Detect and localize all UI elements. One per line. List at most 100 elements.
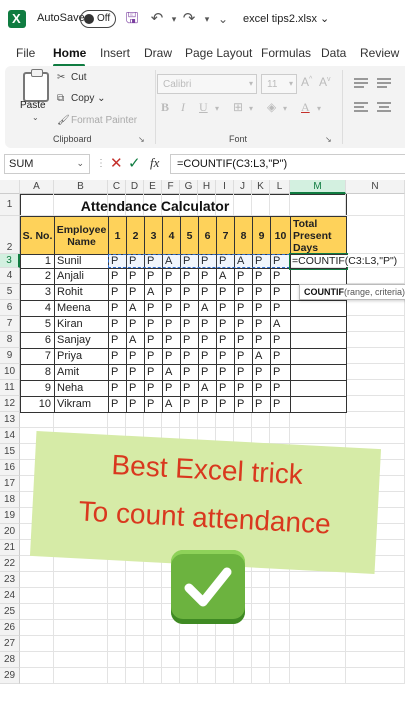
cell[interactable]	[234, 412, 252, 428]
attendance-cell[interactable]: P	[162, 380, 181, 397]
cell[interactable]	[162, 668, 180, 684]
employee-name-cell[interactable]: Sunil	[54, 254, 109, 269]
cell[interactable]	[346, 380, 405, 396]
cell[interactable]	[126, 588, 144, 604]
cell[interactable]	[270, 636, 290, 652]
header-day[interactable]: 5	[180, 216, 199, 255]
cell[interactable]	[290, 620, 346, 636]
attendance-cell[interactable]: P	[180, 300, 199, 317]
cell[interactable]	[108, 652, 126, 668]
row-header[interactable]: 12	[0, 396, 20, 412]
row-header[interactable]: 23	[0, 572, 20, 588]
cell[interactable]	[126, 412, 144, 428]
formula-input[interactable]: =COUNTIF(C3:L3,"P")	[170, 154, 405, 174]
decrease-font-size-icon[interactable]: Av	[319, 75, 331, 89]
total-present-cell[interactable]: =COUNTIF(C3:L3,"P")	[290, 254, 398, 269]
attendance-cell[interactable]: P	[216, 364, 235, 381]
attendance-cell[interactable]: P	[108, 348, 127, 365]
total-present-cell[interactable]	[290, 380, 347, 397]
attendance-cell[interactable]: P	[126, 254, 145, 269]
attendance-cell[interactable]: P	[108, 380, 127, 397]
row-header[interactable]: 28	[0, 652, 20, 668]
cell[interactable]	[270, 428, 290, 444]
attendance-cell[interactable]: P	[162, 316, 181, 333]
employee-name-cell[interactable]: Kiran	[54, 316, 109, 333]
bold-icon[interactable]: B	[161, 100, 169, 115]
row-header[interactable]: 11	[0, 380, 20, 396]
cell[interactable]	[126, 620, 144, 636]
attendance-cell[interactable]: P	[270, 396, 291, 413]
header-day[interactable]: 4	[162, 216, 181, 255]
row-header[interactable]: 5	[0, 284, 20, 300]
header-day[interactable]: 8	[234, 216, 253, 255]
attendance-cell[interactable]: A	[198, 380, 217, 397]
cell[interactable]	[252, 588, 270, 604]
cell[interactable]	[108, 572, 126, 588]
cell[interactable]	[54, 572, 108, 588]
total-present-cell[interactable]	[290, 364, 347, 381]
cell[interactable]	[20, 412, 54, 428]
cell[interactable]	[346, 604, 405, 620]
row-header[interactable]: 4	[0, 268, 20, 284]
row-header[interactable]: 1	[0, 194, 20, 216]
name-box[interactable]: SUM ⌄	[4, 154, 90, 174]
cell[interactable]	[144, 652, 162, 668]
cell[interactable]	[270, 604, 290, 620]
attendance-cell[interactable]: A	[162, 254, 181, 269]
row-header[interactable]: 17	[0, 476, 20, 492]
cell[interactable]	[126, 636, 144, 652]
cell[interactable]	[198, 636, 216, 652]
row-header[interactable]: 9	[0, 348, 20, 364]
attendance-cell[interactable]: P	[162, 348, 181, 365]
increase-font-size-icon[interactable]: A^	[301, 75, 312, 89]
attendance-cell[interactable]: P	[108, 364, 127, 381]
file-name[interactable]: excel tips2.xlsx ⌄	[243, 12, 329, 25]
row-header[interactable]: 13	[0, 412, 20, 428]
attendance-cell[interactable]: P	[162, 284, 181, 301]
attendance-cell[interactable]: P	[126, 364, 145, 381]
employee-name-cell[interactable]: Vikram	[54, 396, 109, 413]
column-header[interactable]: H	[198, 180, 216, 194]
attendance-cell[interactable]: P	[270, 364, 291, 381]
attendance-cell[interactable]: P	[126, 268, 145, 285]
attendance-cell[interactable]: P	[216, 316, 235, 333]
cell[interactable]	[162, 412, 180, 428]
cell[interactable]	[252, 572, 270, 588]
cell[interactable]	[252, 604, 270, 620]
tab-file[interactable]: File	[16, 46, 35, 60]
row-header[interactable]: 10	[0, 364, 20, 380]
header-day[interactable]: 1	[108, 216, 127, 255]
row-header[interactable]: 19	[0, 508, 20, 524]
paste-button-label[interactable]: Paste	[20, 100, 46, 111]
row-header[interactable]: 26	[0, 620, 20, 636]
total-present-cell[interactable]	[290, 300, 347, 317]
cell[interactable]	[216, 636, 234, 652]
attendance-cell[interactable]: P	[108, 300, 127, 317]
attendance-cell[interactable]: P	[144, 254, 163, 269]
attendance-cell[interactable]: P	[108, 268, 127, 285]
underline-icon[interactable]: U	[199, 100, 208, 115]
sno-cell[interactable]: 1	[20, 254, 55, 269]
attendance-cell[interactable]: A	[216, 268, 235, 285]
cell[interactable]	[144, 668, 162, 684]
cell[interactable]	[144, 620, 162, 636]
cell[interactable]	[54, 588, 108, 604]
total-present-cell[interactable]	[290, 332, 347, 349]
attendance-cell[interactable]: P	[126, 396, 145, 413]
attendance-cell[interactable]: P	[252, 380, 271, 397]
attendance-cell[interactable]: P	[108, 332, 127, 349]
column-header[interactable]: C	[108, 180, 126, 194]
tab-home[interactable]: Home	[53, 46, 86, 60]
italic-icon[interactable]: I	[181, 100, 185, 115]
cell[interactable]	[346, 652, 405, 668]
cell[interactable]	[198, 652, 216, 668]
sno-cell[interactable]: 10	[20, 396, 55, 413]
header-employee-name[interactable]: Employee Name	[54, 216, 109, 255]
clipboard-launcher-icon[interactable]: ↘	[138, 135, 145, 144]
cell[interactable]	[252, 668, 270, 684]
attendance-cell[interactable]: P	[270, 380, 291, 397]
employee-name-cell[interactable]: Neha	[54, 380, 109, 397]
cell[interactable]	[346, 194, 405, 216]
copy-button[interactable]: ⧉ Copy ⌄	[57, 93, 106, 104]
cell[interactable]	[290, 194, 346, 216]
